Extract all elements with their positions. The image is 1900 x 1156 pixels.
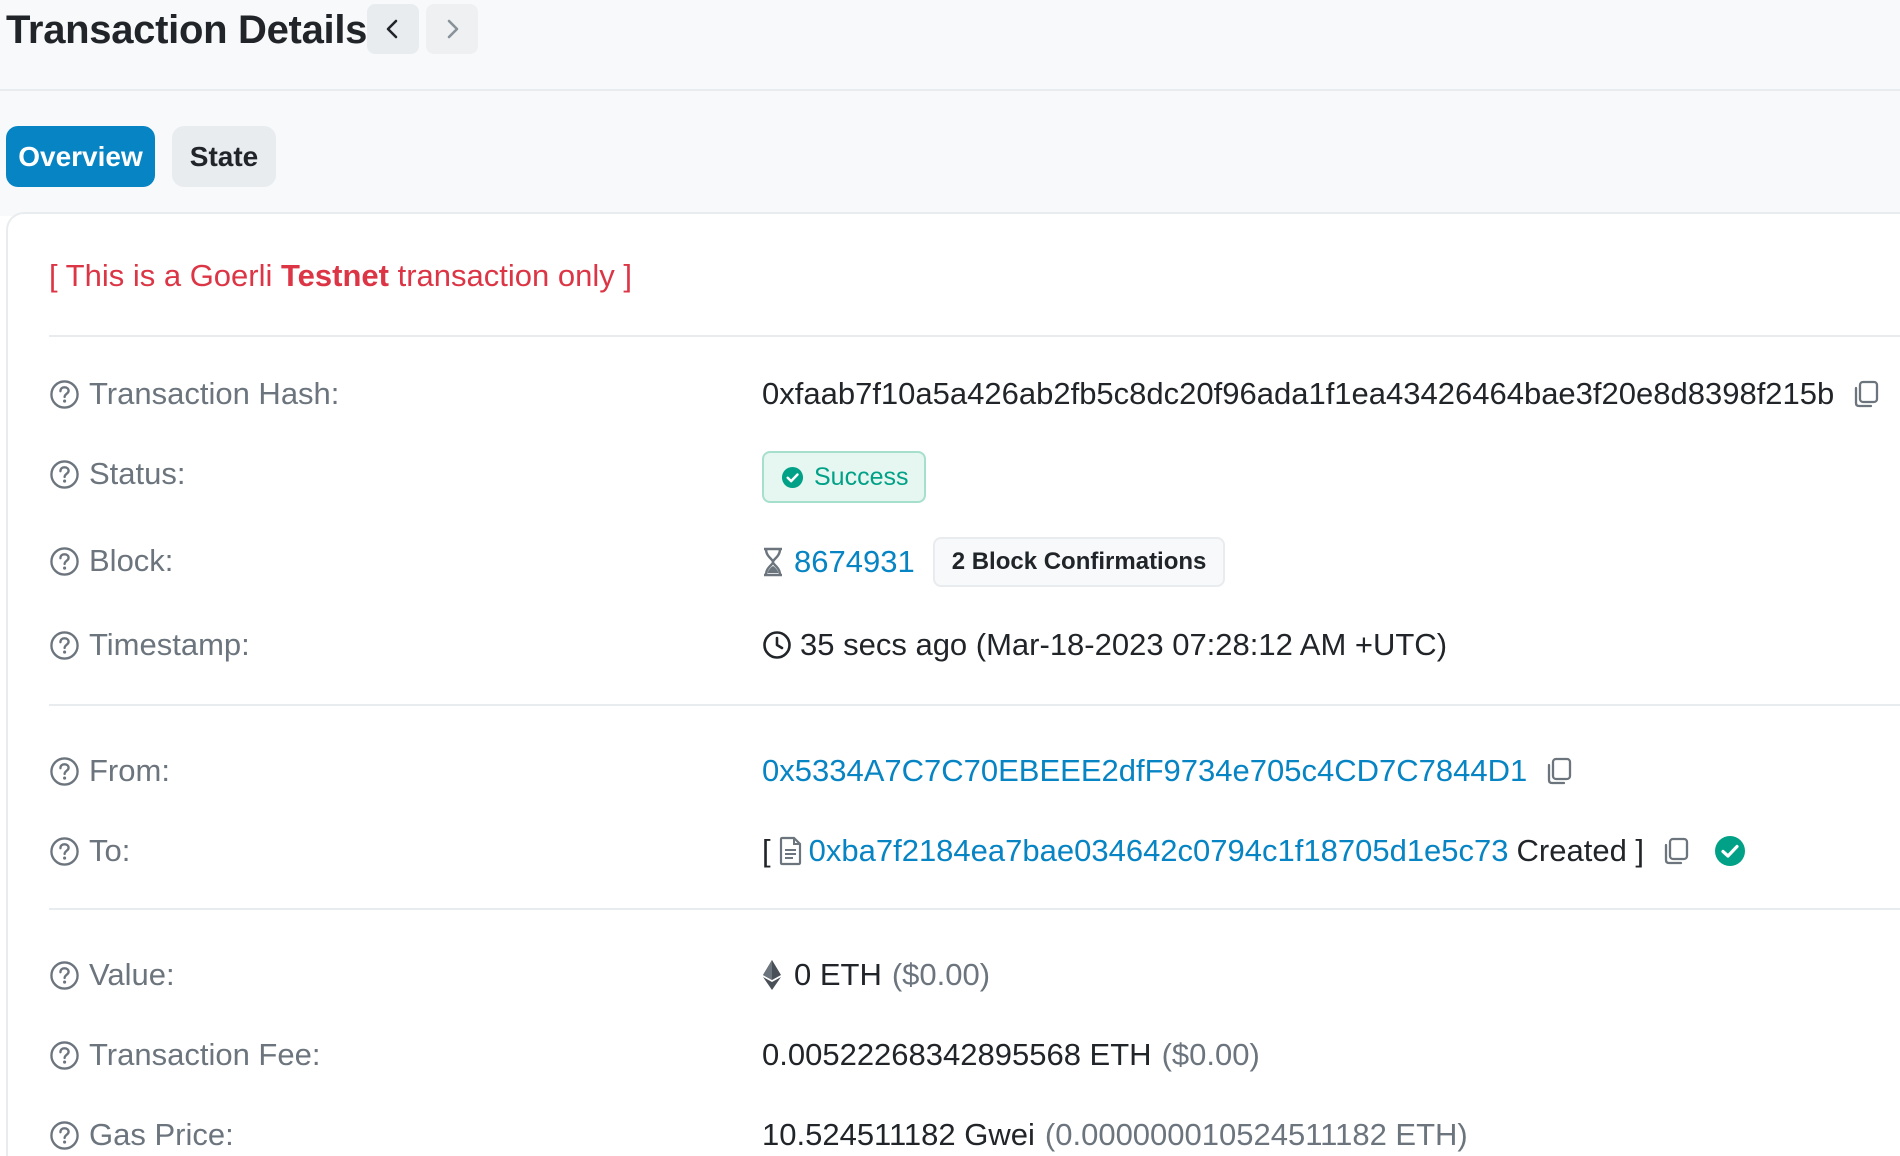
value-label: Value:	[49, 957, 175, 993]
divider	[49, 908, 1900, 910]
value-value: 0 ETH ($0.00)	[762, 957, 990, 993]
value-label-text: Value:	[89, 957, 175, 992]
block-confirmations-badge: 2 Block Confirmations	[932, 537, 1226, 587]
page-header: Transaction Details	[0, 0, 1900, 91]
timestamp-value: 35 secs ago (Mar-18-2023 07:28:12 AM +UT…	[762, 627, 1447, 663]
testnet-notice-suffix: transaction only ]	[388, 258, 632, 293]
chevron-left-icon	[386, 19, 398, 39]
timestamp-label: Timestamp:	[49, 627, 250, 663]
copy-icon[interactable]	[1660, 835, 1692, 867]
status-text: Success	[814, 462, 909, 491]
gas-price-label-text: Gas Price:	[89, 1117, 234, 1152]
value-amount: 0 ETH	[794, 957, 882, 992]
question-circle-icon[interactable]	[49, 1120, 80, 1151]
block-label-text: Block:	[89, 543, 174, 578]
question-circle-icon[interactable]	[49, 756, 80, 787]
gas-price-label: Gas Price:	[49, 1117, 234, 1153]
transaction-fee-amount: 0.00522268342895568 ETH	[762, 1037, 1152, 1072]
from-label: From:	[49, 753, 170, 789]
timestamp-text: 35 secs ago (Mar-18-2023 07:28:12 AM +UT…	[800, 627, 1448, 662]
transaction-fee-usd: ($0.00)	[1161, 1037, 1260, 1072]
tab-state[interactable]: State	[172, 126, 276, 187]
gas-price-value: 10.524511182 Gwei (0.000000010524511182 …	[762, 1117, 1468, 1153]
question-circle-icon[interactable]	[49, 836, 80, 867]
from-value: 0x5334A7C7C70EBEEE2dfF9734e705c4CD7C7844…	[762, 753, 1575, 789]
to-created-suffix: Created ]	[1516, 833, 1645, 868]
question-circle-icon[interactable]	[49, 1040, 80, 1071]
block-label: Block:	[49, 543, 173, 579]
next-transaction-button[interactable]	[426, 4, 478, 54]
copy-icon[interactable]	[1850, 378, 1882, 410]
to-label: To:	[49, 833, 130, 869]
block-value: 8674931 2 Block Confirmations	[762, 537, 1226, 587]
transaction-fee-value: 0.00522268342895568 ETH ($0.00)	[762, 1037, 1260, 1073]
chevron-right-icon	[447, 19, 459, 39]
transaction-hash-label: Transaction Hash:	[49, 376, 339, 412]
question-circle-icon[interactable]	[49, 630, 80, 661]
question-circle-icon[interactable]	[49, 459, 80, 490]
block-number-link[interactable]: 8674931	[794, 544, 915, 580]
verified-check-icon	[1715, 836, 1746, 866]
divider	[49, 335, 1900, 337]
to-contract-address-link[interactable]: 0xba7f2184ea7bae034642c0794c1f18705d1e5c…	[809, 833, 1509, 869]
divider	[49, 704, 1900, 706]
clock-icon	[763, 631, 791, 659]
to-value: [ 0xba7f2184ea7bae034642c0794c1f18705d1e…	[762, 833, 1746, 869]
to-open-bracket: [	[762, 833, 771, 868]
status-value: Success	[762, 451, 927, 503]
transaction-hash-value: 0xfaab7f10a5a426ab2fb5c8dc20f96ada1f1ea4…	[762, 376, 1882, 412]
testnet-notice: [ This is a Goerli Testnet transaction o…	[49, 258, 632, 294]
question-circle-icon[interactable]	[49, 379, 80, 410]
gas-price-gwei: 10.524511182 Gwei	[762, 1117, 1035, 1152]
copy-icon[interactable]	[1543, 755, 1575, 787]
transaction-hash: 0xfaab7f10a5a426ab2fb5c8dc20f96ada1f1ea4…	[762, 376, 1835, 411]
ethereum-icon	[763, 960, 781, 990]
tabs-bar: Overview State	[0, 91, 1900, 216]
testnet-notice-prefix: [ This is a Goerli	[49, 258, 282, 293]
status-label-text: Status:	[89, 456, 186, 491]
contract-file-icon	[779, 836, 801, 866]
gas-price-eth: (0.000000010524511182 ETH)	[1044, 1117, 1468, 1152]
transaction-hash-label-text: Transaction Hash:	[89, 376, 340, 411]
value-usd: ($0.00)	[891, 957, 991, 992]
question-circle-icon[interactable]	[49, 960, 80, 991]
previous-transaction-button[interactable]	[367, 4, 419, 54]
page-title: Transaction Details	[6, 8, 368, 52]
transaction-fee-label: Transaction Fee:	[49, 1037, 320, 1073]
testnet-notice-emphasis: Testnet	[281, 258, 389, 293]
tab-overview[interactable]: Overview	[6, 126, 155, 187]
status-badge: Success	[762, 451, 927, 503]
timestamp-label-text: Timestamp:	[89, 627, 250, 662]
to-label-text: To:	[89, 833, 131, 868]
status-label: Status:	[49, 456, 186, 492]
from-address-link[interactable]: 0x5334A7C7C70EBEEE2dfF9734e705c4CD7C7844…	[762, 753, 1527, 789]
transaction-fee-label-text: Transaction Fee:	[89, 1037, 321, 1072]
check-circle-icon	[781, 466, 804, 488]
hourglass-icon	[764, 547, 782, 577]
transaction-card	[6, 212, 1900, 1156]
from-label-text: From:	[89, 753, 170, 788]
question-circle-icon[interactable]	[49, 546, 80, 577]
